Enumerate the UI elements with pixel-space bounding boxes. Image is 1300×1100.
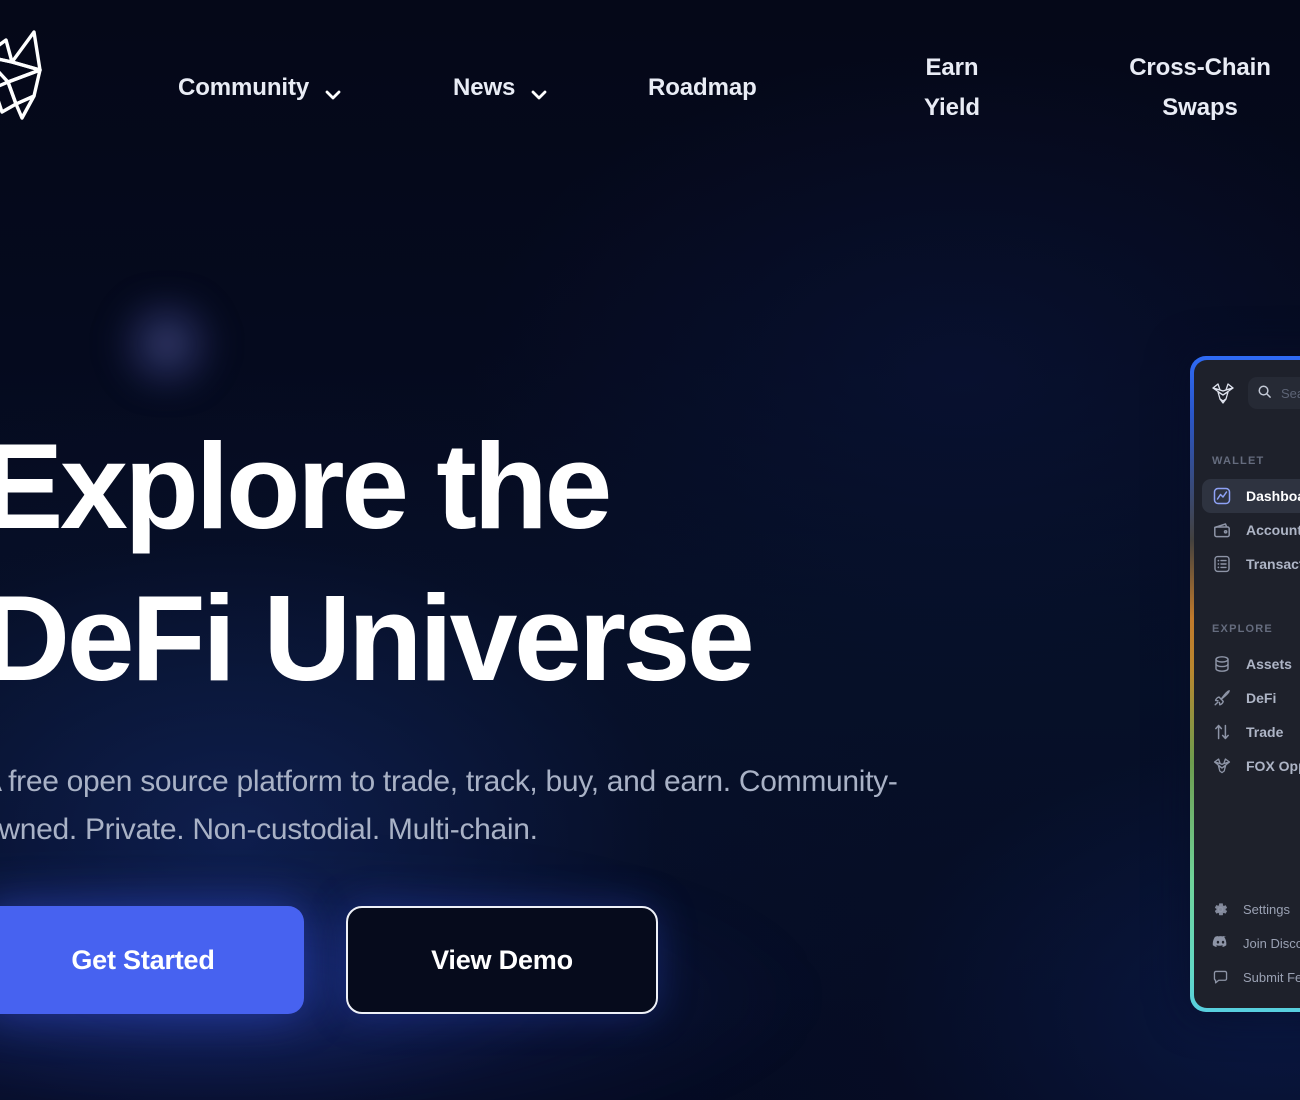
list-icon xyxy=(1212,554,1232,574)
sidebar-item-defi[interactable]: DeFi xyxy=(1202,681,1300,715)
background-glow-orb xyxy=(108,292,226,396)
sidebar-item-assets[interactable]: Assets xyxy=(1202,647,1300,681)
sidebar-item-join-discord-label: Join Discord xyxy=(1243,935,1300,951)
nav-item-cross-chain-swaps-line1: Cross-Chain xyxy=(1129,54,1271,81)
search-input-placeholder: Search xyxy=(1281,385,1300,401)
sidebar-item-fox-opportunities-label: FOX Opportunities xyxy=(1246,758,1300,774)
sidebar-item-trade[interactable]: Trade xyxy=(1202,715,1300,749)
sidebar-item-settings-label: Settings xyxy=(1243,901,1290,917)
nav-item-cross-chain-swaps-line2: Swaps xyxy=(1162,94,1238,121)
hero-headline-line1: Explore the xyxy=(0,418,612,554)
sidebar-item-assets-label: Assets xyxy=(1246,656,1292,672)
main-navbar: Community News Roadmap Earn Yield Cross-… xyxy=(0,0,1300,172)
sidebar-item-settings[interactable]: Settings xyxy=(1202,892,1300,926)
sidebar-item-defi-label: DeFi xyxy=(1246,690,1277,706)
hero-cta-row: Get Started View Demo xyxy=(0,906,982,1014)
hero-subtitle: A free open source platform to trade, tr… xyxy=(0,765,898,846)
sidebar-item-accounts-label: Accounts xyxy=(1246,522,1300,538)
fox-logo-icon xyxy=(0,30,42,120)
swap-arrows-icon xyxy=(1212,722,1232,742)
app-preview-sidebar: Search WALLET Dashboard Accounts xyxy=(1194,360,1300,1008)
nav-item-community-label: Community xyxy=(178,74,310,101)
nav-item-community[interactable]: Community xyxy=(178,68,343,108)
nav-item-earn-yield[interactable]: Earn Yield xyxy=(892,48,1012,128)
hero-section: Explore the DeFi Universe A free open so… xyxy=(0,410,982,1014)
hero-headline-line2: DeFi Universe xyxy=(0,570,755,706)
chat-bubble-icon xyxy=(1212,969,1229,986)
sidebar-section-wallet: WALLET Dashboard Accounts Transactions xyxy=(1194,455,1300,581)
fox-logo-small-icon[interactable] xyxy=(1210,381,1236,405)
nav-item-earn-yield-line2: Yield xyxy=(924,94,980,121)
sidebar-item-dashboard[interactable]: Dashboard xyxy=(1202,479,1300,513)
sidebar-section-explore-label: EXPLORE xyxy=(1212,623,1273,635)
chevron-down-icon xyxy=(323,78,343,100)
gear-icon xyxy=(1212,901,1229,918)
view-demo-button[interactable]: View Demo xyxy=(346,906,658,1014)
nav-item-cross-chain-swaps[interactable]: Cross-Chain Swaps xyxy=(1105,48,1295,128)
sidebar-section-wallet-label: WALLET xyxy=(1212,455,1265,467)
sidebar-item-fox-opportunities[interactable]: FOX Opportunities xyxy=(1202,749,1300,783)
fox-icon xyxy=(1212,756,1232,776)
sidebar-item-dashboard-label: Dashboard xyxy=(1246,488,1300,504)
nav-item-earn-yield-line1: Earn xyxy=(925,54,979,81)
sidebar-item-accounts[interactable]: Accounts xyxy=(1202,513,1300,547)
rocket-icon xyxy=(1212,688,1232,708)
sidebar-item-transactions-label: Transactions xyxy=(1246,556,1300,572)
discord-icon xyxy=(1212,935,1229,952)
app-preview-panel: Search WALLET Dashboard Accounts xyxy=(1190,356,1300,1012)
sidebar-footer: Settings Join Discord Submit Feedback xyxy=(1194,892,1300,994)
get-started-button[interactable]: Get Started xyxy=(0,906,304,1014)
search-icon xyxy=(1257,384,1272,402)
search-input[interactable]: Search xyxy=(1248,377,1300,409)
nav-item-roadmap[interactable]: Roadmap xyxy=(648,68,757,108)
chart-line-icon xyxy=(1212,486,1232,506)
sidebar-item-transactions[interactable]: Transactions xyxy=(1202,547,1300,581)
nav-item-news-label: News xyxy=(453,74,516,101)
sidebar-item-trade-label: Trade xyxy=(1246,724,1284,740)
sidebar-item-submit-feedback[interactable]: Submit Feedback xyxy=(1202,960,1300,994)
nav-item-roadmap-label: Roadmap xyxy=(648,74,757,101)
page-title: Explore the DeFi Universe xyxy=(0,410,982,714)
shapeshift-fox-logo[interactable] xyxy=(0,18,68,126)
database-icon xyxy=(1212,654,1232,674)
app-preview-header: Search xyxy=(1194,360,1300,409)
chevron-down-icon xyxy=(529,78,549,100)
wallet-icon xyxy=(1212,520,1232,540)
sidebar-section-explore: EXPLORE Assets DeFi Trade FOX Op xyxy=(1194,623,1300,783)
nav-item-news[interactable]: News xyxy=(453,68,549,108)
sidebar-item-join-discord[interactable]: Join Discord xyxy=(1202,926,1300,960)
sidebar-item-submit-feedback-label: Submit Feedback xyxy=(1243,969,1300,985)
